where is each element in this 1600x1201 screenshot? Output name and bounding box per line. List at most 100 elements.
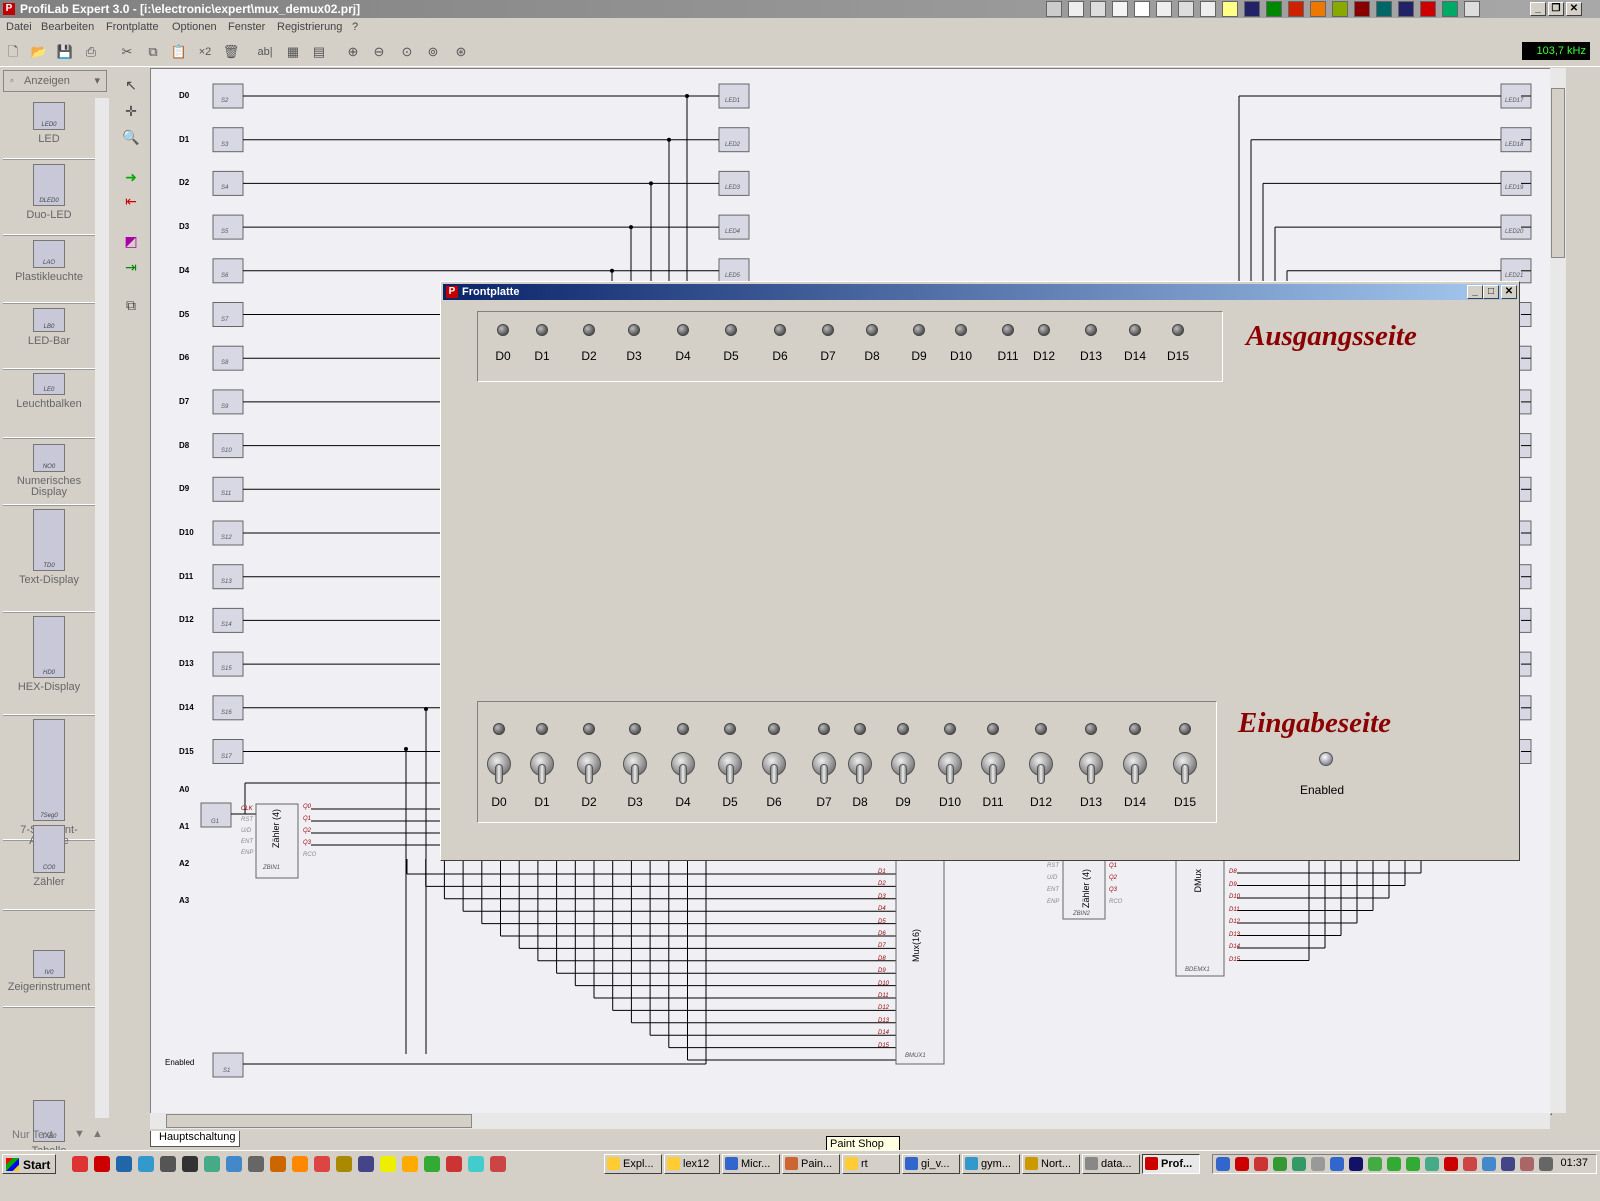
tray-icon[interactable] — [1254, 1157, 1268, 1171]
toggle-switch[interactable] — [891, 752, 915, 786]
menu-datei[interactable]: Datei — [6, 21, 32, 33]
menu-optionen[interactable]: Optionen — [172, 21, 217, 33]
tray-icon[interactable] — [1235, 1157, 1249, 1171]
stop-arrow-icon[interactable]: ⇤ — [119, 190, 143, 212]
switch-component[interactable] — [212, 170, 244, 196]
taskbar-task[interactable]: lex12 — [664, 1154, 720, 1174]
frontplatte-maximize-button[interactable]: □ — [1483, 285, 1499, 299]
top-tray-icon[interactable] — [1134, 1, 1150, 17]
toggle-switch[interactable] — [1123, 752, 1147, 786]
zoom-out-icon[interactable]: ⊖ — [370, 43, 388, 61]
palette-scrollbar[interactable] — [95, 98, 109, 1118]
quick-launch-icon[interactable] — [138, 1156, 154, 1172]
switch-component[interactable] — [212, 651, 244, 677]
led-component[interactable] — [718, 214, 750, 240]
paste-icon[interactable]: 📋 — [170, 43, 188, 61]
print-icon[interactable]: ⎙ — [82, 43, 100, 61]
horizontal-scroll-thumb[interactable] — [166, 1114, 472, 1128]
toggle-switch[interactable] — [848, 752, 872, 786]
led-component[interactable] — [718, 258, 750, 284]
switch-component[interactable] — [212, 607, 244, 633]
text-tool-button[interactable]: ab| — [256, 43, 274, 61]
switch-view-icon[interactable]: ⧉ — [119, 294, 143, 316]
wire-tool-icon[interactable]: ✛ — [119, 100, 143, 122]
quick-launch-icon[interactable] — [424, 1156, 440, 1172]
taskbar-task[interactable]: Micr... — [722, 1154, 780, 1174]
toggle-switch[interactable] — [671, 752, 695, 786]
switch-component[interactable] — [212, 83, 244, 109]
top-tray-icon[interactable] — [1090, 1, 1106, 17]
toggle-switch[interactable] — [762, 752, 786, 786]
switch-component[interactable] — [212, 476, 244, 502]
switch-component[interactable] — [212, 345, 244, 371]
palette-item-led-bar[interactable]: LB0 LED-Bar — [3, 304, 95, 369]
frontplatte-close-button[interactable]: ✕ — [1501, 285, 1517, 299]
palette-item-hex-display[interactable]: HD0 HEX-Display — [3, 612, 95, 715]
zoom-fit-icon[interactable]: ⊙ — [398, 43, 416, 61]
quick-launch-icon[interactable] — [314, 1156, 330, 1172]
top-tray-icon[interactable] — [1376, 1, 1392, 17]
tray-icon[interactable] — [1482, 1157, 1496, 1171]
quick-launch-icon[interactable] — [402, 1156, 418, 1172]
vertical-scrollbar[interactable] — [1550, 68, 1566, 1113]
toggle-switch[interactable] — [1173, 752, 1197, 786]
top-tray-icon[interactable] — [1178, 1, 1194, 17]
switch-component[interactable] — [212, 564, 244, 590]
app-title-bar[interactable]: P ProfiLab Expert 3.0 - [i:\electronic\e… — [0, 0, 1600, 18]
minimize-button[interactable]: _ — [1530, 2, 1546, 16]
palette-item-plastikleuchte[interactable]: LAO Plastikleuchte — [3, 236, 95, 303]
palette-item-led[interactable]: LED0 LED — [3, 98, 95, 159]
taskbar-task[interactable]: Prof... — [1142, 1154, 1200, 1174]
top-tray-icon[interactable] — [1112, 1, 1128, 17]
zoom-page-icon[interactable]: ⊛ — [452, 43, 470, 61]
palette-item-numerisches-display[interactable]: NO0 Numerisches Display — [3, 440, 95, 505]
arrow-up-icon[interactable]: ▲ — [92, 1128, 103, 1140]
tray-icon[interactable] — [1330, 1157, 1344, 1171]
tray-icon[interactable] — [1425, 1157, 1439, 1171]
taskbar-task[interactable]: rt — [842, 1154, 900, 1174]
top-tray-icon[interactable] — [1222, 1, 1238, 17]
taskbar-task[interactable]: Expl... — [604, 1154, 662, 1174]
top-tray-icon[interactable] — [1398, 1, 1414, 17]
step-icon[interactable]: ⇥ — [119, 256, 143, 278]
led-component[interactable] — [718, 170, 750, 196]
pointer-icon[interactable]: ↖ — [119, 74, 143, 96]
save-icon[interactable]: 💾 — [56, 43, 74, 61]
enable-switch[interactable] — [1319, 752, 1333, 766]
frontplatte-title-bar[interactable]: P Frontplatte _ □ ✕ — [443, 284, 1517, 300]
tray-icon[interactable] — [1273, 1157, 1287, 1171]
toggle-switch[interactable] — [577, 752, 601, 786]
tab-hauptschaltung[interactable]: Hauptschaltung — [150, 1131, 240, 1147]
top-tray-icon[interactable] — [1288, 1, 1304, 17]
top-tray-icon[interactable] — [1310, 1, 1326, 17]
top-tray-icon[interactable] — [1156, 1, 1172, 17]
run-arrow-icon[interactable]: ➜ — [119, 166, 143, 188]
restore-button[interactable]: ❐ — [1548, 2, 1564, 16]
palette-item-zeigerinstrument[interactable]: IV0 Zeigerinstrument — [3, 946, 95, 1007]
toggle-switch[interactable] — [1029, 752, 1053, 786]
new-file-icon[interactable]: 🗋 — [4, 43, 22, 61]
tray-icon[interactable] — [1311, 1157, 1325, 1171]
taskbar-task[interactable]: Nort... — [1022, 1154, 1080, 1174]
toggle-switch[interactable] — [530, 752, 554, 786]
top-tray-icon[interactable] — [1332, 1, 1348, 17]
tray-icon[interactable] — [1387, 1157, 1401, 1171]
quick-launch-icon[interactable] — [490, 1156, 506, 1172]
top-tray-icon[interactable] — [1244, 1, 1260, 17]
arrow-down-icon[interactable]: ▼ — [74, 1128, 85, 1140]
palette-item-text-display[interactable]: TD0 Text-Display — [3, 505, 95, 612]
menu-fenster[interactable]: Fenster — [228, 21, 265, 33]
tray-icon[interactable] — [1539, 1157, 1553, 1171]
quick-launch-icon[interactable] — [182, 1156, 198, 1172]
led-component[interactable] — [718, 127, 750, 153]
toggle-switch[interactable] — [1079, 752, 1103, 786]
tray-icon[interactable] — [1444, 1157, 1458, 1171]
taskbar-task[interactable]: Pain... — [782, 1154, 840, 1174]
taskbar-task[interactable]: gi_v... — [902, 1154, 960, 1174]
quick-launch-icon[interactable] — [72, 1156, 88, 1172]
palette-category-select[interactable]: ◦ Anzeigen ▾ — [3, 70, 107, 92]
taskbar-task[interactable]: gym... — [962, 1154, 1020, 1174]
magnifier-icon[interactable]: 🔍 — [119, 126, 143, 148]
switch-component[interactable] — [212, 695, 244, 721]
switch-component[interactable] — [212, 127, 244, 153]
